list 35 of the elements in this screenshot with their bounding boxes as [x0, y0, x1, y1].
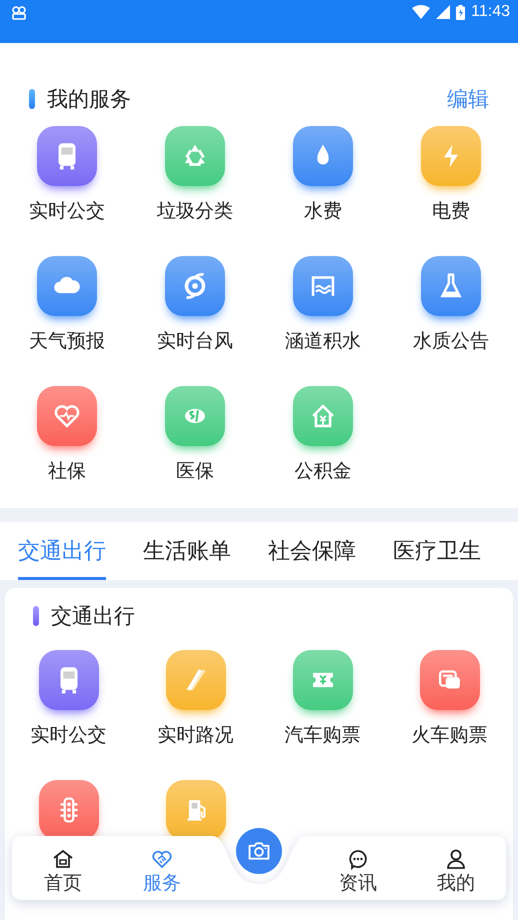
edit-link[interactable]: 编辑 — [447, 85, 489, 113]
service-item[interactable]: 实时路况 — [132, 650, 259, 746]
service-item[interactable]: 公积金 — [259, 386, 387, 482]
service-item[interactable]: 垃圾分类 — [131, 126, 259, 222]
category-tab[interactable]: 医疗卫生 — [393, 522, 481, 580]
section-marker — [33, 606, 39, 626]
service-item[interactable]: 汽车购票 — [259, 650, 386, 746]
person-icon — [444, 847, 468, 871]
category-tab[interactable]: 社会保障 — [268, 522, 356, 580]
nav-tab[interactable]: 首页 — [12, 836, 114, 900]
category-tab[interactable]: 交通出行 — [18, 522, 106, 580]
service-item[interactable]: 医保 — [131, 386, 259, 482]
section-title: 我的服务 — [47, 86, 131, 113]
service-item[interactable]: 实时台风 — [131, 256, 259, 352]
section-marker — [29, 89, 35, 109]
service-item[interactable]: 电费 — [387, 126, 515, 222]
clock-time: 11:43 — [471, 3, 510, 21]
service-item[interactable]: 火车购票 — [386, 650, 513, 746]
service-item[interactable]: 水费 — [259, 126, 387, 222]
category-tab[interactable]: 生活账单 — [143, 522, 231, 580]
service-item[interactable]: 天气预报 — [3, 256, 131, 352]
service-item[interactable]: 水质公告 — [387, 256, 515, 352]
signal-icon — [436, 5, 450, 19]
wifi-icon — [412, 5, 430, 19]
battery-icon — [456, 4, 466, 20]
service-item[interactable]: 社保 — [3, 386, 131, 482]
app-notification-icon — [12, 6, 26, 20]
section-title: 交通出行 — [51, 603, 135, 630]
nav-tab[interactable]: 我的 — [406, 836, 506, 900]
service-item[interactable]: 实时公交 — [5, 650, 132, 746]
nav-tab[interactable]: 服务 — [114, 836, 210, 900]
nav-tab[interactable]: 资讯 — [310, 836, 406, 900]
service-item[interactable]: 实时公交 — [3, 126, 131, 222]
home-icon — [51, 847, 75, 871]
service-item[interactable]: 涵道积水 — [259, 256, 387, 352]
